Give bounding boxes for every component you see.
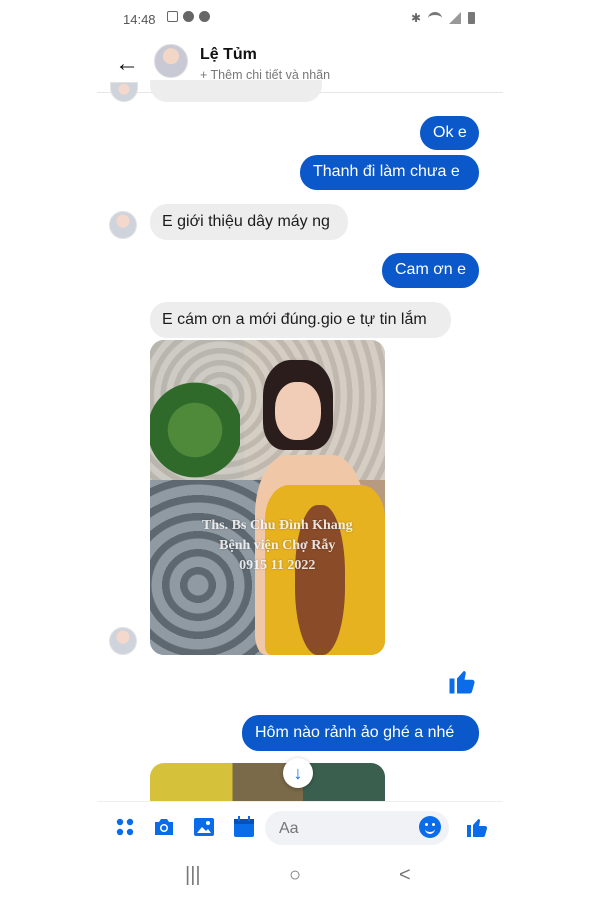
camera-icon[interactable] xyxy=(152,815,176,839)
message-composer xyxy=(97,801,503,854)
photo-message[interactable]: Ths. Bs Chu Đình Khang Bệnh viện Chợ Rẫy… xyxy=(150,340,385,655)
back-arrow-icon[interactable]: ← xyxy=(115,50,139,78)
message-text: Hôm nào rảnh ảo ghé a nhé xyxy=(255,724,455,741)
thumbs-up-icon[interactable] xyxy=(447,666,477,696)
contact-avatar-small xyxy=(109,627,137,655)
arrow-down-icon[interactable]: ↓ xyxy=(283,758,313,788)
message-bubble-outgoing[interactable]: Hôm nào rảnh ảo ghé a nhé xyxy=(242,715,479,751)
signal-icon xyxy=(449,12,461,24)
emoji-icon[interactable] xyxy=(419,816,441,838)
status-bar: 14:48 ✱ xyxy=(97,8,503,32)
contact-avatar[interactable] xyxy=(154,44,188,78)
message-text: E cám ơn a mới đúng.gio e tự tin lắm xyxy=(162,311,427,328)
calendar-icon[interactable] xyxy=(232,815,256,839)
thumbs-up-icon[interactable] xyxy=(465,815,489,839)
contact-avatar-small xyxy=(109,211,137,239)
message-bubble-outgoing[interactable]: Thanh đi làm chưa e xyxy=(300,155,479,190)
messenger-screen: 14:48 ✱ ← Lệ Tủm + Thêm chi tiết và nhãn… xyxy=(97,0,503,900)
system-icons: ✱ xyxy=(411,11,475,25)
messenger-notification-icon xyxy=(199,11,210,22)
status-time: 14:48 xyxy=(123,12,156,27)
photo-watermark: Ths. Bs Chu Đình Khang Bệnh viện Chợ Rẫy… xyxy=(202,518,353,573)
message-text: Cam ơn e xyxy=(395,261,466,278)
bluetooth-icon: ✱ xyxy=(410,11,421,25)
battery-icon xyxy=(468,12,475,24)
notification-icons xyxy=(167,11,210,22)
photo-plant xyxy=(150,380,240,480)
message-bubble-incoming[interactable]: E cám ơn a mới đúng.gio e tự tin lắm xyxy=(150,302,451,338)
message-text: Thanh đi làm chưa e xyxy=(313,163,460,180)
message-bubble-outgoing[interactable]: Ok e xyxy=(420,116,479,150)
photo-message[interactable] xyxy=(150,763,385,803)
contact-avatar-small xyxy=(110,82,138,102)
message-bubble-partial xyxy=(150,80,322,102)
image-icon[interactable] xyxy=(192,815,216,839)
message-text: Ok e xyxy=(433,124,467,141)
back-icon[interactable]: < xyxy=(399,864,411,887)
message-text: E giới thiệu dây máy ng xyxy=(162,213,330,230)
messenger-notification-icon xyxy=(183,11,194,22)
wifi-icon xyxy=(428,11,442,25)
contact-name[interactable]: Lệ Tủm xyxy=(200,46,257,64)
message-bubble-incoming[interactable]: E giới thiệu dây máy ng xyxy=(150,204,348,240)
grid-dots-icon[interactable] xyxy=(113,815,137,839)
gallery-notification-icon xyxy=(167,11,178,22)
photo-person xyxy=(245,360,385,655)
message-bubble-outgoing[interactable]: Cam ơn e xyxy=(382,253,479,288)
message-input[interactable] xyxy=(277,819,431,839)
system-nav-bar: ||| ○ < xyxy=(97,858,503,898)
home-icon[interactable]: ○ xyxy=(289,864,301,887)
recent-apps-icon[interactable]: ||| xyxy=(185,864,201,887)
